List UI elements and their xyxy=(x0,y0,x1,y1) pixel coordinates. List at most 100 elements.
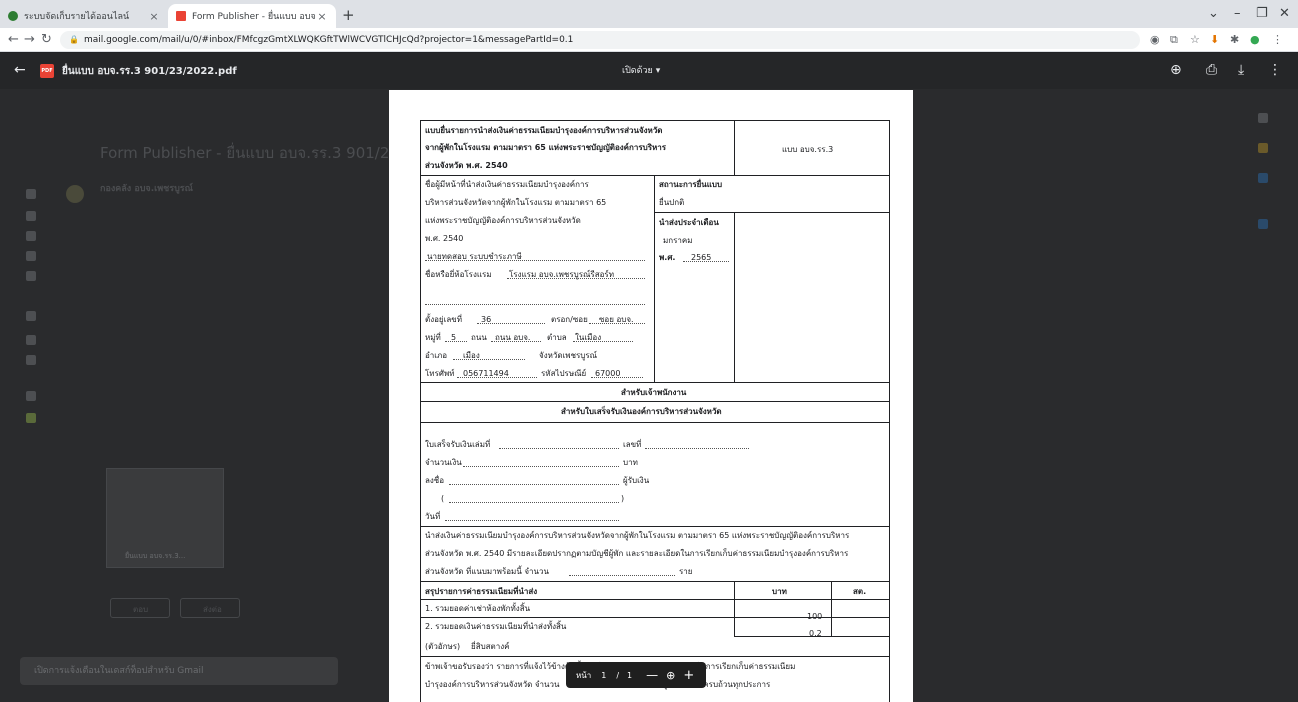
dotted-line xyxy=(445,512,619,521)
back-arrow-icon[interactable]: ← xyxy=(14,62,26,78)
side-panel-icon xyxy=(1258,113,1268,123)
receipt-no-label: เลขที่ xyxy=(623,440,642,449)
extensions-icon[interactable]: ✱ xyxy=(1230,33,1239,46)
table-border xyxy=(420,617,890,618)
table-border xyxy=(654,212,890,213)
summary-header: สรุปรายการค่าธรรมเนียมที่นำส่ง xyxy=(425,587,538,596)
paren: ( xyxy=(441,494,445,503)
status-value: ยื่นปกติ xyxy=(659,198,685,207)
dotted-line xyxy=(453,351,525,360)
bookmark-star-icon[interactable]: ☆ xyxy=(1190,33,1200,46)
form-text: ชื่อผู้มีหน้าที่นำส่งเงินค่าธรรมเนียมบำร… xyxy=(425,180,589,189)
page-current-input[interactable]: 1 xyxy=(601,671,606,680)
email-subject: Form Publisher - ยื่นแบบ อบจ.รร.3 901/23… xyxy=(100,144,424,162)
zoom-out-icon[interactable]: — xyxy=(646,668,658,682)
nav-icon xyxy=(26,271,36,281)
maximize-icon[interactable]: ❐ xyxy=(1256,6,1268,21)
browser-tab-active[interactable]: Form Publisher - ยื่นแบบ อบจ.รร.3 × xyxy=(168,4,336,28)
browser-tab[interactable]: ระบบจัดเก็บรายได้ออนไลน์ × xyxy=(0,4,168,28)
words-value: ยี่สิบสตางค์ xyxy=(471,642,510,651)
print-icon[interactable]: ⎙ xyxy=(1206,62,1217,78)
attachment-thumbnail[interactable]: ยื่นแบบ อบจ.รร.3... xyxy=(106,468,224,568)
dotted-line xyxy=(491,333,541,342)
close-tab-icon[interactable]: × xyxy=(316,10,328,23)
share-icon[interactable]: ⧉ xyxy=(1170,33,1178,47)
date-label: วันที่ xyxy=(425,512,441,521)
profile-avatar-icon[interactable]: ● xyxy=(1250,33,1260,46)
table-border xyxy=(420,422,890,423)
table-border xyxy=(420,526,890,527)
back-icon[interactable]: ← xyxy=(8,32,19,47)
desktop-notification-toast[interactable]: เปิดการแจ้งเตือนในเดสก์ท็อปสำหรับ Gmail xyxy=(20,657,338,685)
page-total: 1 xyxy=(627,670,633,680)
close-window-icon[interactable]: ✕ xyxy=(1279,6,1290,21)
dotted-line xyxy=(591,369,643,378)
reply-label: ตอบ xyxy=(133,605,149,614)
addr-label: ตั้งอยู่เลขที่ xyxy=(425,315,462,324)
items-label: ราย xyxy=(679,567,693,576)
site-favicon-icon xyxy=(8,11,18,21)
forward-label: ส่งต่อ xyxy=(203,605,222,614)
add-to-drive-icon[interactable]: ⊕ xyxy=(1170,62,1182,78)
status-label: สถานะการยื่นแบบ xyxy=(659,180,723,189)
chevron-down-icon: ▾ xyxy=(655,66,661,76)
close-tab-icon[interactable]: × xyxy=(148,10,160,23)
postcode-label: รหัสไปรษณีย์ xyxy=(541,369,587,378)
file-title: ยื่นแบบ อบจ.รร.3 901/23/2022.pdf xyxy=(62,66,237,77)
table-border xyxy=(734,120,735,175)
summary-row-label: 1. รวมยอดค่าเช่าห้องพักทั้งสิ้น xyxy=(425,604,531,613)
table-border xyxy=(734,212,735,382)
tab-search-icon[interactable]: ⌄ xyxy=(1208,6,1219,21)
table-border xyxy=(420,120,421,702)
col-baht: บาท xyxy=(772,587,787,596)
nav-icon xyxy=(26,391,36,401)
open-with-button[interactable]: เปิดด้วย ▾ xyxy=(612,61,670,81)
month-value: มกราคม xyxy=(663,236,693,245)
download-extension-icon[interactable]: ⬇ xyxy=(1210,33,1219,46)
forward-button[interactable]: ส่งต่อ xyxy=(180,598,240,618)
remit-text: ส่วนจังหวัด พ.ศ. 2540 มีรายละเอียดปรากฏต… xyxy=(425,549,849,558)
url-field[interactable]: 🔒 mail.google.com/mail/u/0/#inbox/FMfcgz… xyxy=(60,31,1140,49)
open-with-label: เปิดด้วย xyxy=(622,66,653,76)
form-title: จากผู้พักในโรงแรม ตามมาตรา 65 แห่งพระราช… xyxy=(425,143,667,152)
form-text: บริหารส่วนจังหวัดจากผู้พักในโรงแรม ตามมา… xyxy=(425,198,607,207)
table-border xyxy=(420,401,890,402)
browser-tab-strip: ระบบจัดเก็บรายได้ออนไลน์ × Form Publishe… xyxy=(0,0,1298,28)
tracking-icon[interactable]: ◉ xyxy=(1150,33,1160,46)
minimize-icon[interactable]: – xyxy=(1234,6,1241,21)
dotted-line xyxy=(449,494,619,503)
table-border xyxy=(420,382,890,383)
lock-icon: 🔒 xyxy=(69,35,79,44)
year-label: พ.ศ. xyxy=(659,253,676,262)
new-tab-icon[interactable]: + xyxy=(342,6,355,24)
sender-avatar xyxy=(66,185,84,203)
more-options-icon[interactable]: ⋮ xyxy=(1268,62,1282,78)
pdf-page: แบบยื่นรายการนำส่งเงินค่าธรรมเนียมบำรุงอ… xyxy=(389,90,913,702)
form-title: แบบยื่นรายการนำส่งเงินค่าธรรมเนียมบำรุงอ… xyxy=(425,126,663,135)
reload-icon[interactable]: ↻ xyxy=(41,32,52,47)
form-title: ส่วนจังหวัด พ.ศ. 2540 xyxy=(425,161,508,170)
district-label: อำเภอ xyxy=(425,351,448,360)
phone-label: โทรศัพท์ xyxy=(425,369,455,378)
tab-title: ระบบจัดเก็บรายได้ออนไลน์ xyxy=(24,12,130,22)
table-border xyxy=(831,581,832,636)
side-panel-icon xyxy=(1258,219,1268,229)
subdistrict-label: ตำบล xyxy=(547,333,567,342)
forward-icon[interactable]: → xyxy=(24,32,35,47)
paren: ) xyxy=(621,494,625,503)
reply-button[interactable]: ตอบ xyxy=(110,598,170,618)
dotted-line xyxy=(507,270,645,279)
zoom-icon[interactable]: ⊕ xyxy=(666,669,675,682)
table-border xyxy=(420,120,890,121)
zoom-in-icon[interactable]: + xyxy=(683,668,694,683)
url-text: mail.google.com/mail/u/0/#inbox/FMfcgzGm… xyxy=(84,35,574,45)
form-code: แบบ อบจ.รร.3 xyxy=(782,145,834,154)
remit-text: ส่วนจังหวัด ที่แนบมาพร้อมนี้ จำนวน xyxy=(425,567,549,576)
download-icon[interactable]: ⤓ xyxy=(1238,62,1244,78)
dotted-line xyxy=(573,333,633,342)
officer-header: สำหรับเจ้าพนักงาน xyxy=(621,388,687,397)
table-border xyxy=(420,656,890,657)
browser-menu-icon[interactable]: ⋮ xyxy=(1272,33,1283,46)
month-label: นำส่งประจำเดือน xyxy=(659,218,719,227)
side-panel-icon xyxy=(1258,173,1268,183)
